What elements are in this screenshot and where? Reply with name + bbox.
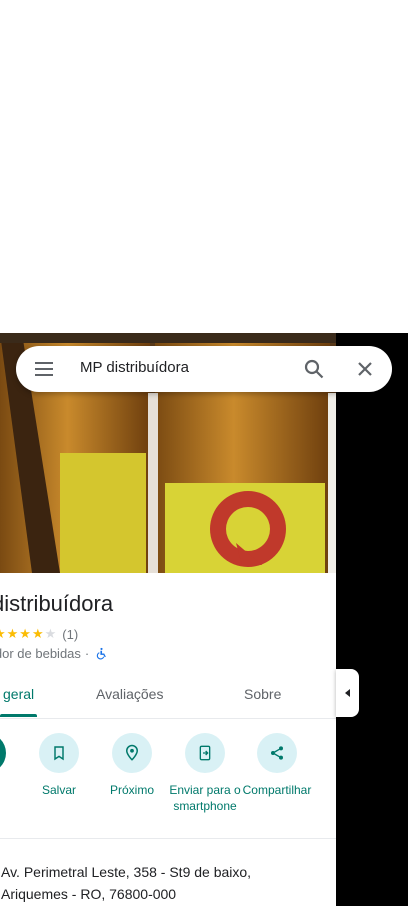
send-to-phone-button[interactable]: Enviar para o smartphone [165, 733, 245, 814]
share-text: Compartilhar [242, 783, 312, 797]
review-count[interactable]: (1) [62, 627, 78, 642]
rating-stars: ★★★★★ [0, 626, 58, 641]
rating-row[interactable]: ★★★★★ (1) [0, 626, 78, 642]
send-to-phone-label: Enviar para o smartphone [169, 782, 241, 814]
caret-left-icon [344, 689, 350, 697]
directions-icon [0, 733, 6, 773]
section-divider [0, 838, 336, 839]
place-title: distribuídora [0, 591, 114, 616]
tab-about[interactable]: Sobre [244, 686, 281, 702]
place-panel: distribuídora ★★★★★ (1) idor de bebidas … [0, 333, 336, 906]
save-label: Salvar [41, 783, 76, 797]
send-to-phone-text: Enviar para o smartphone [169, 783, 241, 813]
save-button[interactable]: Salvar [19, 733, 99, 798]
category-row: idor de bebidas · [0, 646, 108, 661]
search-box[interactable]: MP distribuídora [16, 346, 392, 392]
category-separator: · [84, 646, 90, 661]
map-canvas[interactable] [336, 333, 408, 906]
menu-icon[interactable] [32, 357, 56, 381]
active-tab-indicator [0, 714, 37, 717]
address-block[interactable]: Av. Perimetral Leste, 358 - St9 de baixo… [1, 861, 251, 905]
blank-area [0, 0, 408, 333]
tab-overview[interactable]: geral [3, 686, 34, 702]
nearby-icon [112, 733, 152, 773]
search-input[interactable]: MP distribuídora [80, 359, 189, 376]
tab-reviews[interactable]: Avaliações [96, 686, 163, 702]
address-line-1: Av. Perimetral Leste, 358 - St9 de baixo… [1, 864, 252, 880]
collapse-panel-button[interactable] [336, 669, 359, 717]
send-to-phone-icon [185, 733, 225, 773]
bookmark-icon [39, 733, 79, 773]
nearby-label: Próximo [109, 783, 154, 797]
search-icon[interactable] [302, 357, 326, 381]
wheelchair-icon [97, 647, 107, 660]
tab-bar: geral Avaliações Sobre [0, 673, 336, 719]
share-icon [257, 733, 297, 773]
place-category[interactable]: idor de bebidas [0, 646, 81, 661]
nearby-button[interactable]: Próximo [92, 733, 172, 798]
address-line-2: Ariquemes - RO, 76800-000 [1, 886, 177, 902]
close-icon[interactable] [353, 357, 377, 381]
share-button[interactable]: Compartilhar [237, 733, 317, 798]
share-label: Compartilhar [239, 782, 315, 798]
